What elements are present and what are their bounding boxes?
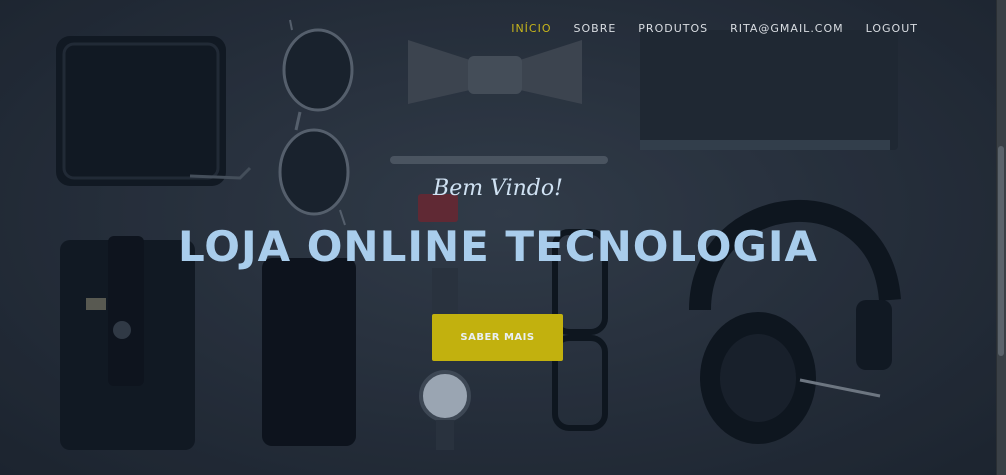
hero-title: LOJA ONLINE TECNOLOGIA — [177, 222, 819, 271]
nav-item-user-email[interactable]: RITA@GMAIL.COM — [730, 20, 844, 37]
scrollbar-thumb[interactable] — [998, 146, 1004, 356]
page-scrollbar[interactable] — [996, 0, 1006, 475]
saber-mais-button[interactable]: SABER MAIS — [432, 314, 563, 361]
nav-item-sobre[interactable]: SOBRE — [574, 20, 617, 37]
nav-item-inicio[interactable]: INÍCIO — [511, 20, 551, 37]
hero-subtitle: Bem Vindo! — [433, 176, 563, 201]
nav-item-logout[interactable]: LOGOUT — [866, 20, 918, 37]
hero-section: INÍCIO SOBRE PRODUTOS RITA@GMAIL.COM LOG… — [0, 0, 1006, 475]
main-nav: INÍCIO SOBRE PRODUTOS RITA@GMAIL.COM LOG… — [511, 20, 918, 37]
nav-item-produtos[interactable]: PRODUTOS — [638, 20, 708, 37]
